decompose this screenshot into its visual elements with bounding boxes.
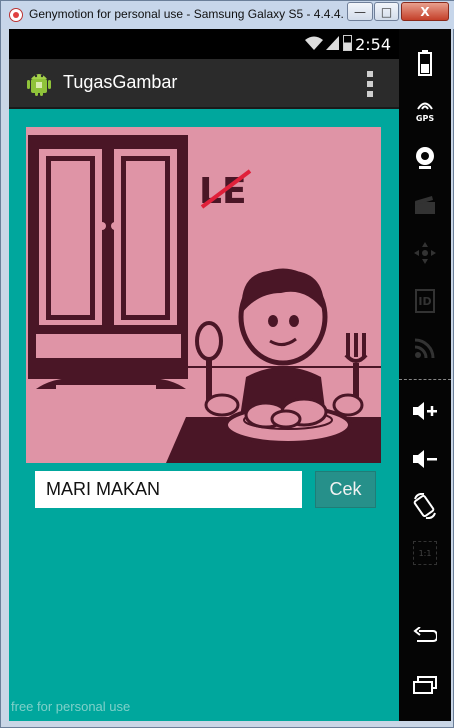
app-title: TugasGambar bbox=[63, 72, 178, 92]
wifi-icon bbox=[305, 36, 323, 50]
window-titlebar[interactable]: Genymotion for personal use - Samsung Ga… bbox=[1, 1, 454, 29]
action-bar: TugasGambar bbox=[9, 59, 399, 109]
battery-widget-icon[interactable] bbox=[409, 47, 441, 79]
clock: 2:54 bbox=[355, 35, 391, 54]
gps-label: GPS bbox=[415, 114, 435, 123]
remote-control-widget-icon[interactable] bbox=[409, 237, 441, 269]
webcam-widget-icon[interactable] bbox=[409, 142, 441, 174]
emulator-window: Genymotion for personal use - Samsung Ga… bbox=[0, 0, 454, 728]
scale-label: 1:1 bbox=[413, 541, 437, 565]
quiz-picture: LE bbox=[26, 127, 381, 463]
network-widget-icon[interactable] bbox=[409, 332, 441, 364]
volume-down-icon[interactable] bbox=[409, 443, 441, 475]
id-label: ID bbox=[415, 289, 435, 313]
close-button[interactable]: X bbox=[401, 2, 449, 21]
wardrobe-illustration bbox=[28, 135, 188, 393]
android-app-icon bbox=[27, 74, 51, 96]
gps-widget-icon[interactable]: GPS bbox=[409, 93, 441, 125]
emulator-side-panel: GPS ID 1:1 bbox=[399, 29, 451, 721]
battery-icon bbox=[343, 35, 352, 51]
window-title: Genymotion for personal use - Samsung Ga… bbox=[29, 7, 345, 21]
overflow-menu-icon[interactable] bbox=[367, 71, 375, 97]
back-icon[interactable] bbox=[409, 619, 441, 651]
genymotion-logo-icon bbox=[9, 8, 23, 22]
identifiers-widget-icon[interactable]: ID bbox=[409, 285, 441, 317]
panel-divider bbox=[399, 379, 451, 380]
screencast-widget-icon[interactable] bbox=[409, 189, 441, 221]
answer-input[interactable] bbox=[35, 471, 302, 508]
minimize-button[interactable]: — bbox=[347, 2, 373, 21]
recent-apps-icon[interactable] bbox=[409, 669, 441, 701]
check-button[interactable]: Cek bbox=[315, 471, 376, 508]
signal-icon bbox=[326, 36, 339, 50]
rotate-screen-icon[interactable] bbox=[409, 490, 441, 522]
status-bar: 2:54 bbox=[9, 29, 399, 59]
volume-up-icon[interactable] bbox=[409, 395, 441, 427]
maximize-button[interactable]: □ bbox=[374, 2, 399, 21]
watermark-text: free for personal use bbox=[11, 699, 131, 714]
pixel-perfect-icon[interactable]: 1:1 bbox=[409, 537, 441, 569]
android-screen: 2:54 TugasGambar MARI MAKAN Cek free for… bbox=[9, 29, 399, 721]
